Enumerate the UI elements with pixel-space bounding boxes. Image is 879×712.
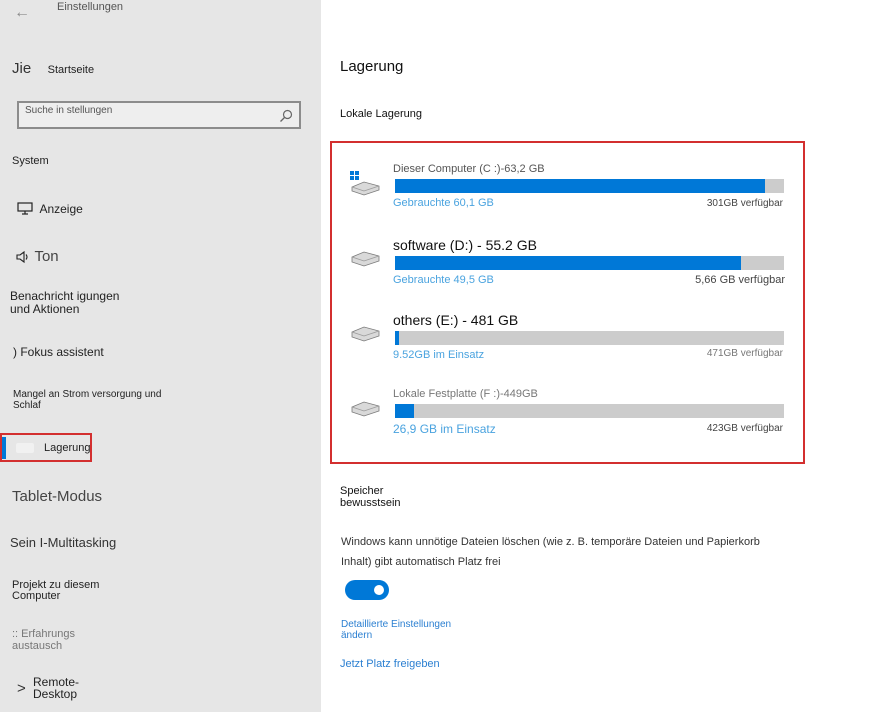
drive-name: Lokale Festplatte (F :)-449GB	[393, 388, 538, 400]
speaker-icon	[16, 250, 28, 263]
free-space: 5,66 GB verfügbar	[695, 274, 785, 286]
free-space-now-link[interactable]: Jetzt Platz freigeben	[340, 659, 440, 670]
selection-indicator	[2, 437, 6, 459]
search-input[interactable]: Suche in stellungen	[17, 101, 301, 129]
sidebar-item-benachrichtigungen[interactable]: Benachricht igungen und Aktionen	[10, 290, 140, 316]
free-space: 301GB verfügbar	[706, 198, 783, 209]
drive-name: others (E:) - 481 GB	[393, 312, 519, 328]
sidebar-item-multitasking[interactable]: Sein I-Multitasking	[10, 535, 116, 550]
search-icon[interactable]	[279, 109, 293, 123]
change-settings-link[interactable]: Detaillierte Einstellungen ändern	[341, 619, 471, 641]
drive-c[interactable]: Dieser Computer (C :)-63,2 GB Gebrauchte…	[332, 159, 803, 234]
storage-sense-description: Windows kann unnötige Dateien löschen (w…	[341, 536, 760, 568]
system-drive-icon	[350, 171, 380, 196]
drive-name: software (D:) - 55.2 GB	[393, 237, 537, 253]
sidebar-item-tablet-modus[interactable]: Tablet-Modus	[12, 488, 102, 505]
sidebar-item-erfahrungsaustausch[interactable]: :: Erfahrungs austausch	[12, 628, 114, 652]
sidebar-item-anzeige[interactable]: Anzeige	[17, 200, 83, 218]
toggle-knob	[374, 585, 384, 595]
hard-drive-icon	[351, 326, 380, 342]
sidebar-item-label: Remote-Desktop	[33, 675, 80, 701]
sidebar-item-lagerung[interactable]: Lagerung	[8, 437, 91, 459]
usage-bar-fill	[395, 179, 765, 193]
back-arrow-icon[interactable]: ←	[14, 4, 36, 22]
free-space: 423GB verfügbar	[706, 423, 783, 434]
drive-f[interactable]: Lokale Festplatte (F :)-449GB 26,9 GB im…	[332, 384, 803, 459]
home-label: Startseite	[47, 64, 95, 76]
hard-drive-icon	[351, 251, 380, 267]
usage-bar	[395, 256, 784, 270]
sidebar-item-label: Anzeige	[39, 202, 83, 216]
sidebar-item-ton[interactable]: Ton	[16, 248, 59, 266]
sidebar-item-remote-desktop[interactable]: > Remote-Desktop	[17, 676, 127, 700]
monitor-icon	[17, 202, 33, 215]
window-title: Einstellungen	[57, 1, 124, 13]
search-placeholder: Suche in stellungen	[25, 105, 113, 116]
page-title: Lagerung	[340, 58, 404, 75]
usage-bar-fill	[395, 256, 742, 270]
home-icon: Jie	[12, 60, 32, 77]
used-space: Gebrauchte 49,5 GB	[393, 274, 494, 286]
drive-name: Dieser Computer (C :)-63,2 GB	[393, 163, 545, 175]
storage-icon	[16, 443, 34, 453]
section-label-system: System	[12, 155, 49, 167]
storage-sense-title: Speicher bewusstsein	[340, 485, 401, 509]
free-space: 471GB verfügbar	[706, 348, 783, 359]
usage-bar	[395, 331, 784, 345]
sidebar-item-fokus-assistent[interactable]: ) Fokus assistent	[13, 345, 104, 359]
sidebar-item-label: Ton	[34, 248, 59, 265]
usage-bar	[395, 179, 784, 193]
sidebar-item-projekt[interactable]: Projekt zu diesem Computer	[12, 580, 144, 602]
local-storage-heading: Lokale Lagerung	[340, 108, 422, 120]
usage-bar-fill	[395, 331, 399, 345]
used-space: 9.52GB im Einsatz	[393, 349, 485, 361]
sidebar-item-label: Lagerung	[44, 442, 91, 454]
remote-desktop-icon: >	[17, 680, 26, 697]
used-space: 26,9 GB im Einsatz	[393, 422, 496, 436]
drive-d[interactable]: software (D:) - 55.2 GB Gebrauchte 49,5 …	[332, 234, 803, 309]
usage-bar	[395, 404, 784, 418]
used-space: Gebrauchte 60,1 GB	[393, 197, 494, 209]
drive-e[interactable]: others (E:) - 481 GB 9.52GB im Einsatz 4…	[332, 309, 803, 384]
sidebar-item-strom[interactable]: Mangel an Strom versorgung und Schlaf	[13, 389, 163, 411]
usage-bar-fill	[395, 404, 415, 418]
home-nav-item[interactable]: Jie Startseite	[12, 60, 94, 78]
storage-sense-toggle[interactable]	[345, 580, 389, 600]
hard-drive-icon	[351, 401, 380, 417]
drives-list: Dieser Computer (C :)-63,2 GB Gebrauchte…	[330, 141, 805, 464]
